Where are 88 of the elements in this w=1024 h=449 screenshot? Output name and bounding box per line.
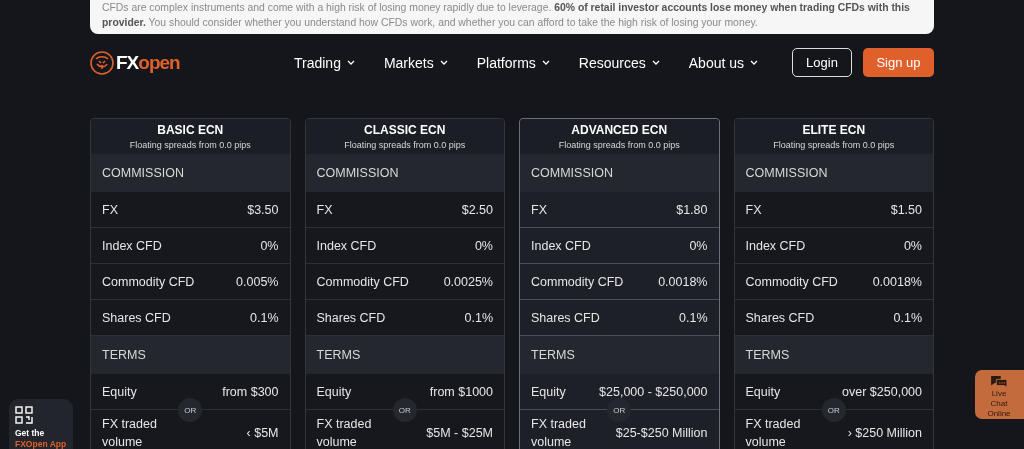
row-label: Shares CFD bbox=[102, 309, 171, 327]
or-label: OR bbox=[392, 398, 417, 422]
plan-subtitle: Floating spreads from 0.0 pips bbox=[773, 140, 895, 150]
or-label: OR bbox=[607, 398, 632, 422]
row-label: Commodity CFD bbox=[745, 273, 838, 291]
row-value: $1.50 bbox=[890, 202, 922, 217]
plan-title: ADVANCED ECN bbox=[571, 123, 668, 137]
row-label: Shares CFD bbox=[531, 309, 600, 327]
row-label: Equity bbox=[745, 383, 781, 401]
row-value: from $1000 bbox=[429, 384, 493, 399]
row-value: 0.1% bbox=[464, 310, 493, 325]
section-heading: COMMISSION bbox=[734, 154, 933, 192]
row-label: FX bbox=[102, 201, 118, 219]
chevron-down-icon bbox=[541, 60, 550, 65]
row-label: Commodity CFD bbox=[316, 273, 409, 291]
or-label: OR bbox=[821, 398, 846, 422]
plan-title: BASIC ECN bbox=[157, 123, 224, 137]
row-label: Equity bbox=[531, 383, 566, 401]
nav-menu-item[interactable]: Resources bbox=[578, 54, 660, 71]
row-value: 0.1% bbox=[893, 310, 922, 325]
or-label: OR bbox=[178, 398, 203, 422]
row-value: 0.0025% bbox=[443, 274, 493, 289]
logo-text[interactable]: FXopen bbox=[116, 51, 180, 74]
live-chat-button[interactable]: Live Chat Online bbox=[975, 370, 1024, 419]
nav-menu-item[interactable]: Markets bbox=[383, 54, 448, 71]
section-heading: COMMISSION bbox=[520, 154, 719, 192]
plan-title: CLASSIC ECN bbox=[364, 123, 446, 137]
row-value: $25-$250 Million bbox=[615, 425, 708, 440]
row-value: 0.005% bbox=[236, 274, 279, 289]
row-label: FX bbox=[531, 201, 547, 219]
row-value: 0.1% bbox=[679, 310, 708, 325]
row-label: FX bbox=[745, 201, 762, 219]
section-heading: TERMS bbox=[520, 336, 719, 374]
row-label: FX bbox=[316, 201, 333, 219]
plan-subtitle: Floating spreads from 0.0 pips bbox=[344, 140, 466, 150]
qr-code-icon bbox=[15, 406, 33, 424]
row-value: $25,000 - $250,000 bbox=[599, 384, 708, 399]
row-label: Index CFD bbox=[745, 237, 806, 255]
risk-warning: CFDs are complex instruments and come with a high risk of losing money rapidly due to leverage. 60% of retail investor accounts lose money when trading CFDs with this provider. You should consider whether you understand how CFDs work, and whether you can afford to take the high risk of losing your money. bbox=[90, 0, 934, 34]
row-value: › $250 Million bbox=[847, 425, 922, 440]
chat-bubbles-icon bbox=[989, 375, 1009, 389]
row-value: 0% bbox=[689, 238, 708, 253]
nav-menu-item[interactable]: About us bbox=[688, 54, 759, 71]
row-label: Commodity CFD bbox=[102, 273, 195, 291]
section-heading: TERMS bbox=[734, 336, 933, 374]
row-value: 0.0018% bbox=[658, 274, 708, 289]
section-heading: TERMS bbox=[305, 336, 504, 374]
row-value: 0.0018% bbox=[872, 274, 922, 289]
section-heading: TERMS bbox=[91, 336, 290, 374]
section-heading: COMMISSION bbox=[305, 154, 504, 192]
row-label: Index CFD bbox=[316, 237, 377, 255]
chevron-down-icon bbox=[346, 60, 355, 65]
row-value: $5M - $25M bbox=[426, 425, 493, 440]
row-label: Index CFD bbox=[102, 237, 162, 255]
signup-button[interactable]: Sign up bbox=[863, 48, 934, 77]
chevron-down-icon bbox=[651, 60, 660, 65]
chevron-down-icon bbox=[750, 60, 759, 65]
promo-text: Get the bbox=[15, 428, 46, 439]
row-label: FX traded volume bbox=[531, 415, 587, 449]
row-value: $2.50 bbox=[461, 202, 493, 217]
nav-menu-item[interactable]: Trading bbox=[293, 54, 355, 71]
row-value: $3.50 bbox=[247, 202, 279, 217]
row-value: 0.1% bbox=[250, 310, 279, 325]
login-button[interactable]: Login bbox=[792, 48, 852, 77]
nav-menu-item[interactable]: Platforms bbox=[476, 54, 550, 71]
row-label: Index CFD bbox=[531, 237, 591, 255]
row-value: 0% bbox=[260, 238, 279, 253]
row-value: 0% bbox=[903, 238, 922, 253]
row-label: FX traded volume bbox=[745, 415, 802, 449]
row-value: 0% bbox=[474, 238, 493, 253]
row-label: FX traded volume bbox=[316, 415, 373, 449]
row-label: Equity bbox=[316, 383, 352, 401]
plan-subtitle: Floating spreads from 0.0 pips bbox=[129, 140, 251, 150]
row-value: from $300 bbox=[222, 384, 279, 399]
row-value: over $250,000 bbox=[842, 384, 922, 399]
row-label: Equity bbox=[102, 383, 137, 401]
plan-subtitle: Floating spreads from 0.0 pips bbox=[558, 140, 680, 150]
section-heading: COMMISSION bbox=[91, 154, 290, 192]
chevron-down-icon bbox=[439, 60, 448, 65]
row-label: Shares CFD bbox=[745, 309, 815, 327]
row-label: Commodity CFD bbox=[531, 273, 624, 291]
row-value: $1.80 bbox=[676, 202, 708, 217]
promo-app-name: FXOpen App bbox=[15, 439, 67, 449]
app-promo[interactable]: Get the FXOpen App bbox=[9, 399, 73, 449]
row-value: ‹ $5M bbox=[246, 425, 279, 440]
plan-title: ELITE ECN bbox=[802, 123, 866, 137]
row-label: FX traded volume bbox=[102, 415, 158, 449]
row-label: Shares CFD bbox=[316, 309, 386, 327]
